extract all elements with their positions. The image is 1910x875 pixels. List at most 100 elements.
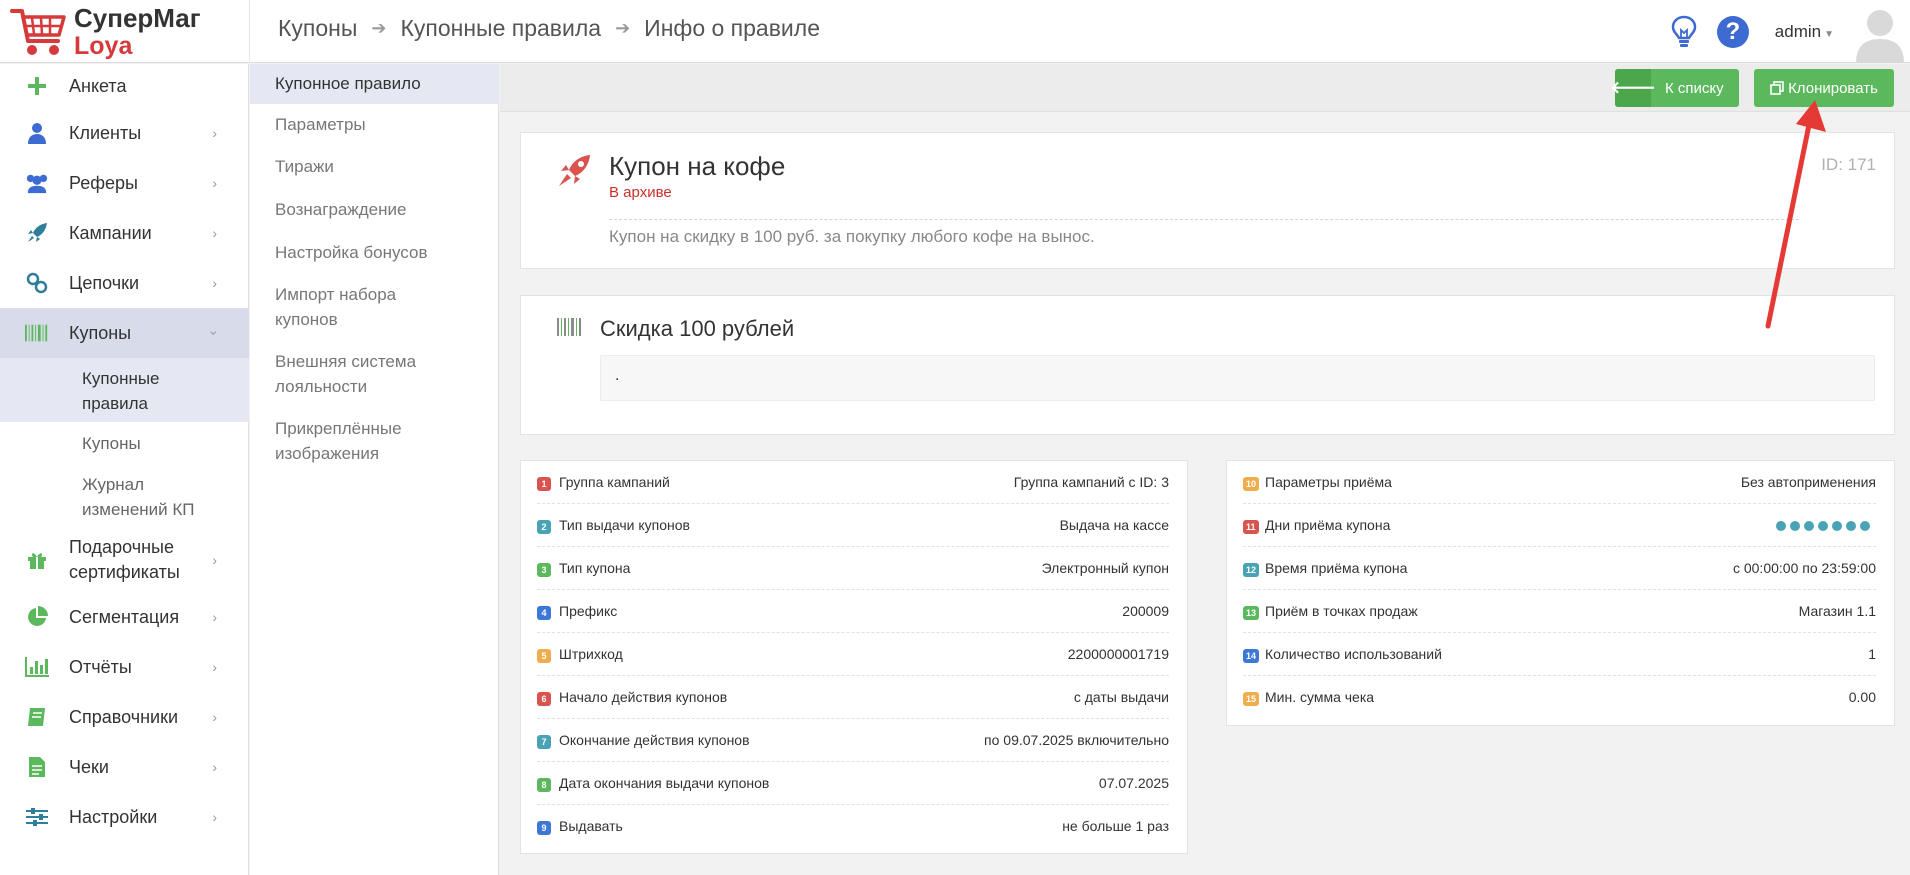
subnav-bonus-settings[interactable]: Настройка бонусов: [250, 230, 499, 272]
param-key: Префикс: [559, 603, 618, 619]
sidebar-item-receipts[interactable]: Чеки ›: [0, 742, 249, 792]
sidebar-item-directories[interactable]: Справочники ›: [0, 692, 249, 742]
subnav-runs[interactable]: Тиражи: [250, 146, 499, 188]
param-key: Дата окончания выдачи купонов: [559, 775, 770, 791]
weekday-dot: [1846, 521, 1856, 531]
params-right-card: 10 Параметры приёма Без автоприменения 1…: [1226, 460, 1895, 726]
param-row: 9 Выдавать не больше 1 раз: [537, 805, 1169, 848]
sidebar-subitem-coupon-rules[interactable]: Купонные правила: [0, 358, 249, 422]
sidebar-subitem-coupons[interactable]: Купоны: [0, 422, 249, 464]
weekday-dot: [1832, 521, 1842, 531]
param-value: Магазин 1.1: [1798, 603, 1876, 619]
sidebar-subitem-label: Журнал изменений КП: [82, 475, 195, 519]
rule-title: Купон на кофе: [609, 151, 786, 181]
param-key: Выдавать: [559, 818, 623, 834]
sidebar-item-label: Реферы: [69, 172, 138, 193]
bar-chart-icon: [25, 655, 49, 679]
sidebar-item-label: Чеки: [69, 756, 109, 777]
lightbulb-icon[interactable]: [1669, 14, 1699, 50]
logo[interactable]: СуперМаг Loya: [10, 4, 250, 60]
param-value: по 09.07.2025 включительно: [984, 732, 1169, 748]
subnav-label: Тиражи: [275, 157, 334, 176]
breadcrumb: Купоны ➔ Купонные правила ➔ Инфо о прави…: [278, 15, 820, 42]
sliders-icon: [25, 805, 49, 829]
sidebar-item-clients[interactable]: Клиенты ›: [0, 108, 249, 158]
param-row: 4 Префикс 200009: [537, 590, 1169, 633]
sidebar-item-coupons[interactable]: Купоны ›: [0, 308, 249, 358]
sidebar-item-label: Цепочки: [69, 272, 139, 293]
subnav-reward[interactable]: Вознаграждение: [250, 188, 499, 230]
subnav-import-coupons[interactable]: Импорт набора купонов: [250, 272, 499, 339]
main-sidebar: Анкета Клиенты › Реферы › Кампании › Цеп…: [0, 64, 249, 875]
param-key: Параметры приёма: [1265, 474, 1392, 490]
param-key: Приём в точках продаж: [1265, 603, 1418, 619]
sidebar-subitem-label: Купоны: [82, 434, 141, 453]
weekday-dot: [1776, 521, 1786, 531]
breadcrumb-item-coupon-rules[interactable]: Купонные правила: [400, 15, 601, 42]
param-row: 8 Дата окончания выдачи купонов 07.07.20…: [537, 762, 1169, 805]
chevron-right-icon: ›: [212, 809, 217, 825]
breadcrumb-arrow-icon: ➔: [371, 18, 387, 38]
avatar[interactable]: [1854, 3, 1906, 63]
param-number-badge: 14: [1243, 649, 1260, 663]
sidebar-item-referrers[interactable]: Реферы ›: [0, 158, 249, 208]
breadcrumb-item-current: Инфо о правиле: [644, 15, 820, 41]
param-row: 10 Параметры приёма Без автоприменения: [1243, 461, 1876, 504]
weekday-dot: [1790, 521, 1800, 531]
param-value: 200009: [1122, 603, 1169, 619]
param-number-badge: 1: [537, 477, 551, 491]
param-number-badge: 6: [537, 692, 551, 706]
book-icon: [25, 705, 49, 729]
sidebar-item-segmentation[interactable]: Сегментация ›: [0, 592, 249, 642]
sidebar-item-label: Справочники: [69, 706, 179, 727]
subnav-coupon-rule[interactable]: Купонное правило: [250, 64, 499, 104]
param-row: 15 Мин. сумма чека 0.00: [1243, 676, 1876, 719]
param-key: Тип выдачи купонов: [559, 517, 690, 533]
breadcrumb-item-coupons[interactable]: Купоны: [278, 15, 357, 42]
chevron-right-icon: ›: [212, 609, 217, 625]
param-value: 2200000001719: [1067, 646, 1169, 662]
param-value: Выдача на кассе: [1059, 517, 1169, 533]
back-to-list-button[interactable]: 🡐 К списку: [1610, 69, 1739, 107]
param-key: Дни приёма купона: [1265, 517, 1391, 533]
sidebar-item-questionnaire[interactable]: Анкета: [0, 64, 249, 108]
sidebar-item-chains[interactable]: Цепочки ›: [0, 258, 249, 308]
link-icon: [25, 271, 49, 295]
rocket-icon: [559, 155, 590, 186]
sidebar-subitem-change-log[interactable]: Журнал изменений КП: [0, 464, 249, 528]
red-annotation-arrow: [1765, 100, 1826, 329]
param-number-badge: 12: [1243, 563, 1260, 577]
param-key: Тип купона: [559, 560, 631, 576]
pie-chart-icon: [25, 605, 49, 629]
subnav-attached-images[interactable]: Прикреплённые изображения: [250, 406, 499, 473]
user-menu[interactable]: admin ▼: [1775, 22, 1834, 42]
param-row: 6 Начало действия купонов с даты выдачи: [537, 676, 1169, 719]
help-icon[interactable]: ?: [1716, 15, 1749, 48]
subnav-parameters[interactable]: Параметры: [250, 104, 499, 146]
reward-text: .: [615, 367, 620, 384]
sidebar-item-reports[interactable]: Отчёты ›: [0, 642, 249, 692]
clone-label: Клонировать: [1788, 79, 1878, 97]
sidebar-item-campaigns[interactable]: Кампании ›: [0, 208, 249, 258]
param-value: 07.07.2025: [1098, 775, 1169, 791]
sidebar-item-label: Сегментация: [69, 606, 180, 627]
reward-title: Скидка 100 рублей: [600, 316, 795, 341]
param-row: 14 Количество использований 1: [1243, 633, 1876, 676]
subnav-external-loyalty[interactable]: Внешняя система лояльности: [250, 339, 499, 406]
rule-description: Купон на скидку в 100 руб. за покупку лю…: [609, 227, 1095, 246]
reward-card: Скидка 100 рублей .: [520, 295, 1895, 435]
param-key: Время приёма купона: [1265, 560, 1408, 576]
param-number-badge: 13: [1243, 606, 1260, 620]
sidebar-item-label: Анкета: [69, 75, 127, 96]
weekday-dot: [1860, 521, 1870, 531]
cart-logo-icon: [10, 9, 66, 55]
sidebar-item-label: Отчёты: [69, 656, 132, 677]
sidebar-item-label: Настройки: [69, 806, 158, 827]
sidebar-item-settings[interactable]: Настройки ›: [0, 792, 249, 842]
divider: [609, 219, 1799, 220]
subnav-label: Прикреплённые изображения: [275, 419, 402, 463]
reward-description-box: .: [600, 355, 1875, 401]
plus-icon: [25, 74, 49, 98]
rocket-icon: [25, 221, 49, 245]
sidebar-item-gift-certificates[interactable]: Подарочные сертификаты ›: [0, 528, 249, 592]
